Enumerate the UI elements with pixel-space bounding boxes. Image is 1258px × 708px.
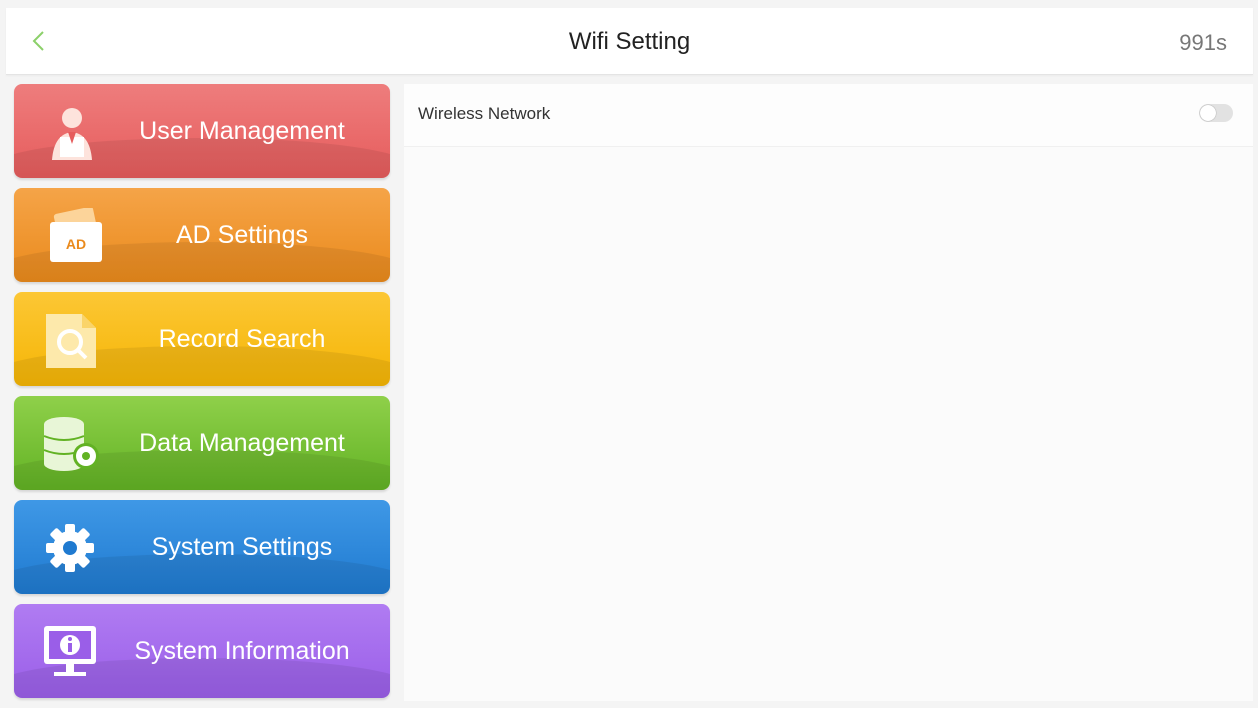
ad-card-icon: AD — [50, 208, 102, 262]
sidebar-item-data-management[interactable]: Data Management — [14, 396, 390, 490]
sidebar-item-user-management[interactable]: User Management — [14, 84, 390, 178]
sidebar-item-label: User Management — [139, 116, 345, 145]
sidebar-item-label: System Settings — [151, 532, 333, 561]
sidebar-item-label: AD Settings — [175, 220, 308, 249]
gear-icon — [46, 524, 94, 572]
document-search-icon — [46, 314, 96, 368]
wireless-network-row: Wireless Network — [404, 84, 1253, 147]
sidebar-menu: User Management AD AD Settings Record Se… — [14, 84, 390, 708]
sidebar-item-label: Data Management — [139, 428, 345, 457]
sidebar-item-record-search[interactable]: Record Search — [14, 292, 390, 386]
wireless-network-toggle[interactable] — [1199, 104, 1233, 122]
settings-panel: Wireless Network — [404, 84, 1253, 701]
sidebar-item-label: Record Search — [158, 324, 326, 353]
sidebar-item-label: System Information — [134, 636, 350, 665]
ad-icon-text: AD — [66, 236, 86, 252]
toggle-knob — [1200, 105, 1216, 121]
sidebar-item-system-settings[interactable]: System Settings — [14, 500, 390, 594]
wireless-network-label: Wireless Network — [418, 104, 551, 123]
monitor-info-icon — [44, 626, 96, 676]
user-icon — [52, 108, 92, 160]
countdown-timer: 991s — [1179, 30, 1227, 55]
page-title: Wifi Setting — [568, 28, 691, 55]
sidebar-item-system-information[interactable]: System Information — [14, 604, 390, 698]
sidebar-item-ad-settings[interactable]: AD AD Settings — [14, 188, 390, 282]
header-bar: Wifi Setting 991s — [6, 8, 1253, 75]
database-gear-icon — [43, 417, 99, 471]
